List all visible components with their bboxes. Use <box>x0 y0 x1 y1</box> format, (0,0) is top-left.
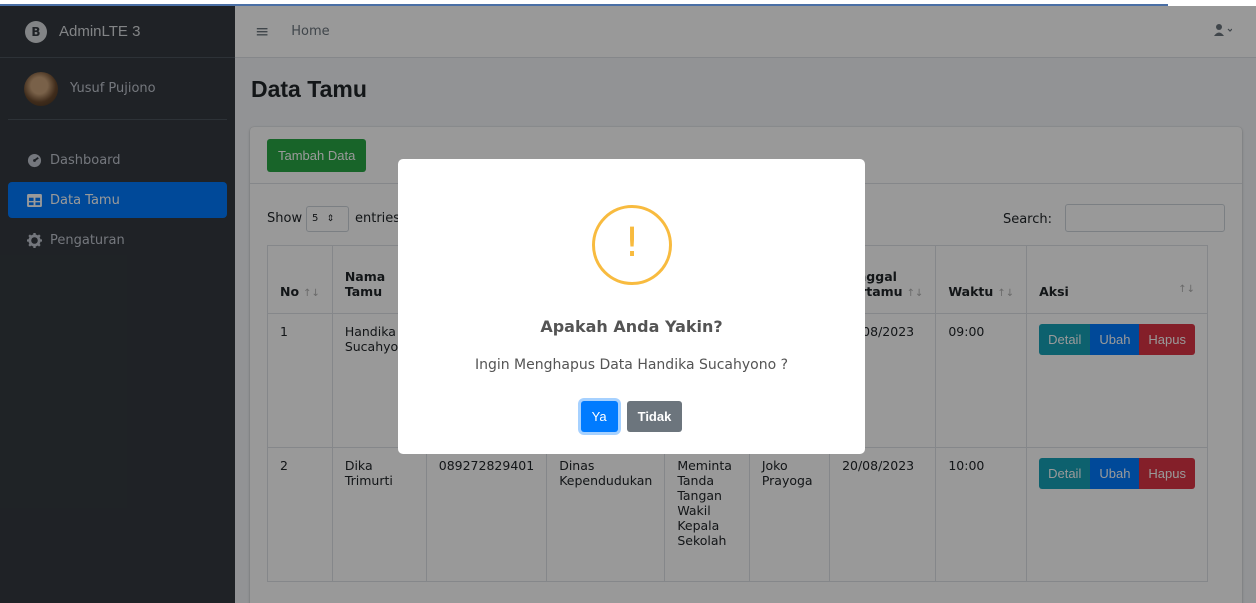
dialog-message: Ingin Menghapus Data Handika Sucahyono ? <box>474 357 789 373</box>
warning-icon: ! <box>592 205 672 285</box>
confirm-button[interactable]: Ya <box>580 401 618 432</box>
dialog-actions: Ya Tidak <box>398 401 865 432</box>
cancel-button[interactable]: Tidak <box>626 401 683 432</box>
dialog-title: Apakah Anda Yakin? <box>540 317 723 336</box>
confirm-dialog: ! Apakah Anda Yakin? Ingin Menghapus Dat… <box>398 159 865 454</box>
